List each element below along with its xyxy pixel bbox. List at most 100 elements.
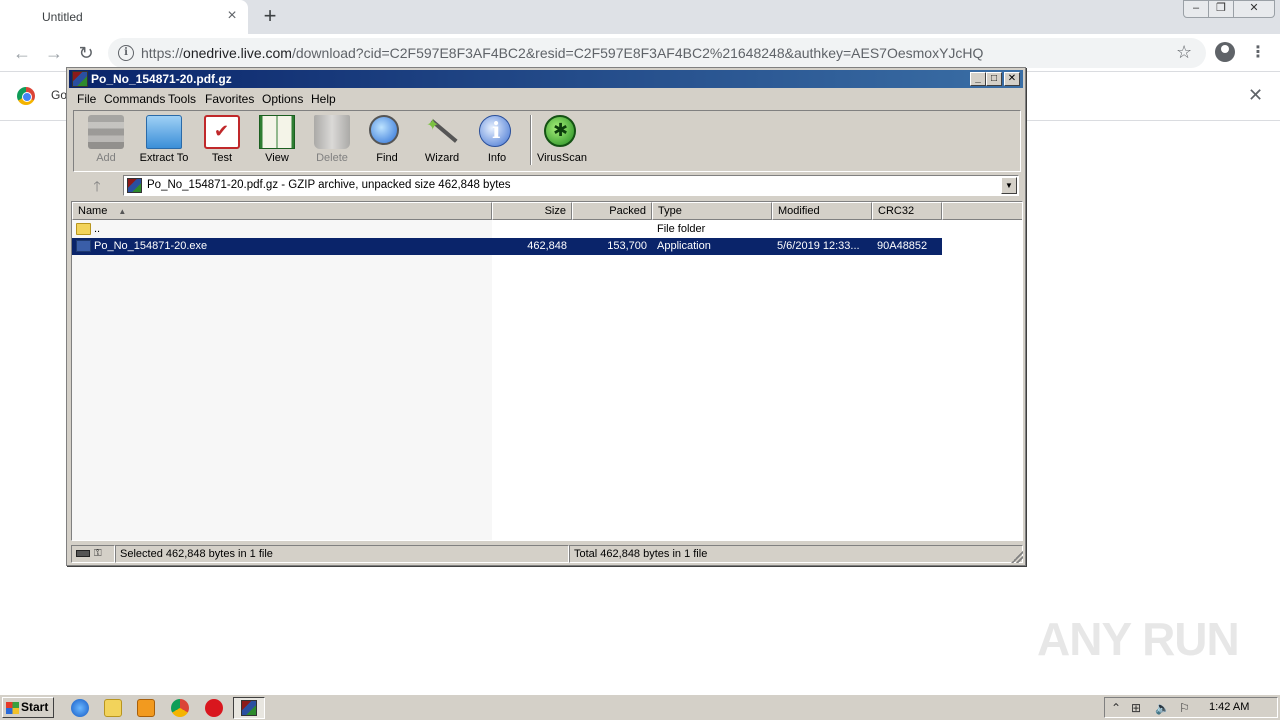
new-tab-button[interactable]: + bbox=[260, 5, 280, 27]
up-folder-button[interactable]: 🡑 bbox=[77, 176, 117, 196]
column-header-modified[interactable]: Modified bbox=[772, 202, 872, 220]
start-button[interactable]: Start bbox=[2, 697, 54, 718]
window-close-button[interactable]: ✕ bbox=[1233, 0, 1275, 18]
address-bar[interactable]: i https://onedrive.live.com/download?cid… bbox=[108, 38, 1206, 68]
infobar-text: Go bbox=[51, 88, 68, 102]
column-header-size[interactable]: Size bbox=[492, 202, 572, 220]
row-type: File folder bbox=[657, 223, 706, 235]
winrar-address-row: 🡑 Po_No_154871-20.pdf.gz - GZIP archive,… bbox=[73, 174, 1021, 198]
file-list: Name ▲ Size Packed Type Modified CRC32 .… bbox=[71, 201, 1023, 541]
add-button[interactable]: Add bbox=[77, 113, 135, 169]
menu-favorites[interactable]: Favorites bbox=[205, 92, 254, 106]
flag-icon[interactable]: ⚐ bbox=[1179, 701, 1190, 715]
row-modified: 5/6/2019 12:33... bbox=[777, 240, 860, 252]
bookmark-star-icon[interactable]: ☆ bbox=[1176, 42, 1192, 63]
key-icon: ⚿ bbox=[94, 548, 102, 559]
tab-close-icon[interactable]: × bbox=[224, 8, 240, 24]
chrome-menu-icon[interactable]: ⋮ bbox=[1250, 42, 1266, 62]
volume-icon[interactable]: 🔈 bbox=[1155, 701, 1170, 715]
menu-help[interactable]: Help bbox=[311, 92, 336, 106]
chrome-logo-icon bbox=[17, 87, 35, 105]
reload-icon[interactable]: ↻ bbox=[74, 41, 98, 65]
url-text[interactable]: https://onedrive.live.com/download?cid=C… bbox=[141, 45, 983, 61]
explorer-folder-icon[interactable] bbox=[104, 699, 122, 717]
anyrun-watermark: ANY RUN bbox=[1037, 613, 1240, 665]
browser-tab[interactable]: Untitled × bbox=[0, 0, 248, 34]
row-type: Application bbox=[657, 240, 711, 252]
toolbar-separator bbox=[530, 115, 532, 165]
browser-tabstrip: Untitled × + – ❐ ✕ bbox=[0, 0, 1280, 34]
delete-button[interactable]: Delete bbox=[303, 113, 361, 169]
resize-grip-icon[interactable] bbox=[1011, 551, 1023, 563]
network-icon[interactable]: ⊞ bbox=[1131, 701, 1141, 715]
media-player-icon[interactable] bbox=[137, 699, 155, 717]
status-selected: Selected 462,848 bytes in 1 file bbox=[115, 545, 569, 563]
column-header-crc32[interactable]: CRC32 bbox=[872, 202, 942, 220]
table-row-selected[interactable]: Po_No_154871-20.exe 462,848 153,700 Appl… bbox=[72, 238, 942, 255]
internet-explorer-icon[interactable] bbox=[71, 699, 89, 717]
trash-icon bbox=[314, 115, 350, 149]
extract-to-button[interactable]: Extract To bbox=[135, 113, 193, 169]
row-crc: 90A48852 bbox=[877, 240, 928, 252]
dropdown-arrow-icon[interactable]: ▼ bbox=[1001, 177, 1017, 194]
tray-expand-icon[interactable]: ⌃ bbox=[1111, 701, 1121, 715]
back-icon[interactable]: ← bbox=[10, 41, 34, 65]
system-tray: ⌃ ⊞ 🔈 ⚐ 1:42 AM bbox=[1104, 697, 1278, 718]
view-button[interactable]: View bbox=[248, 113, 306, 169]
menu-file[interactable]: File bbox=[77, 92, 96, 106]
row-name: Po_No_154871-20.exe bbox=[94, 240, 208, 252]
infobar-close-icon[interactable]: ✕ bbox=[1248, 85, 1263, 106]
opera-icon[interactable] bbox=[205, 699, 223, 717]
profile-icon[interactable] bbox=[1215, 42, 1235, 62]
forward-icon[interactable]: → bbox=[42, 41, 66, 65]
chrome-icon[interactable] bbox=[171, 699, 189, 717]
winrar-icon bbox=[241, 700, 257, 716]
info-icon bbox=[479, 115, 511, 147]
column-header-name[interactable]: Name ▲ bbox=[72, 202, 492, 220]
winrar-minimize-button[interactable]: _ bbox=[970, 72, 986, 86]
sort-arrow-icon: ▲ bbox=[118, 207, 127, 216]
row-name: .. bbox=[94, 223, 101, 235]
test-button[interactable]: Test bbox=[193, 113, 251, 169]
test-checklist-icon bbox=[204, 115, 240, 149]
archive-path-text: Po_No_154871-20.pdf.gz - GZIP archive, u… bbox=[147, 179, 511, 191]
info-button[interactable]: Info bbox=[468, 113, 526, 169]
virusscan-button[interactable]: VirusScan bbox=[533, 113, 591, 169]
menu-tools[interactable]: Tools bbox=[168, 92, 196, 106]
wizard-button[interactable]: Wizard bbox=[413, 113, 471, 169]
menu-commands[interactable]: Commands bbox=[104, 92, 165, 106]
taskbar: Start ⌃ ⊞ 🔈 ⚐ 1:42 AM bbox=[0, 694, 1280, 720]
winrar-maximize-button[interactable]: □ bbox=[986, 72, 1002, 86]
archive-add-icon bbox=[88, 115, 124, 149]
find-button[interactable]: Find bbox=[358, 113, 416, 169]
column-header-type[interactable]: Type bbox=[652, 202, 772, 220]
winrar-toolbar: Add Extract To Test View Delete Find Wiz… bbox=[73, 110, 1021, 172]
winrar-menubar: File Commands Tools Favorites Options He… bbox=[69, 89, 1023, 108]
row-size: 462,848 bbox=[527, 240, 567, 252]
window-minimize-button[interactable]: – bbox=[1183, 0, 1209, 18]
column-header-packed[interactable]: Packed bbox=[572, 202, 652, 220]
folder-extract-icon bbox=[146, 115, 182, 149]
status-drive-pane[interactable]: ⚿ bbox=[71, 545, 115, 563]
magnifier-icon bbox=[369, 115, 399, 145]
winrar-titlebar[interactable]: Po_No_154871-20.pdf.gz _ □ ✕ bbox=[69, 70, 1023, 88]
winrar-window: Po_No_154871-20.pdf.gz _ □ ✕ File Comman… bbox=[66, 67, 1026, 566]
windows-logo-icon bbox=[6, 702, 19, 714]
table-row[interactable]: .. File folder bbox=[72, 221, 942, 238]
drive-icon bbox=[76, 550, 90, 557]
clock[interactable]: 1:42 AM bbox=[1209, 701, 1249, 713]
site-info-icon[interactable]: i bbox=[118, 45, 134, 61]
magic-wand-icon bbox=[424, 115, 460, 149]
taskbar-winrar-button[interactable] bbox=[233, 697, 265, 719]
winrar-statusbar: ⚿ Selected 462,848 bytes in 1 file Total… bbox=[71, 545, 1023, 563]
winrar-close-button[interactable]: ✕ bbox=[1004, 72, 1020, 86]
bug-scan-icon bbox=[544, 115, 576, 147]
row-packed: 153,700 bbox=[607, 240, 647, 252]
archive-path-combo[interactable]: Po_No_154871-20.pdf.gz - GZIP archive, u… bbox=[123, 175, 1019, 196]
status-total: Total 462,848 bytes in 1 file bbox=[569, 545, 1023, 563]
book-view-icon bbox=[259, 115, 295, 149]
winrar-app-icon bbox=[72, 71, 88, 87]
menu-options[interactable]: Options bbox=[262, 92, 303, 106]
window-restore-button[interactable]: ❐ bbox=[1208, 0, 1234, 18]
archive-icon bbox=[127, 178, 142, 193]
